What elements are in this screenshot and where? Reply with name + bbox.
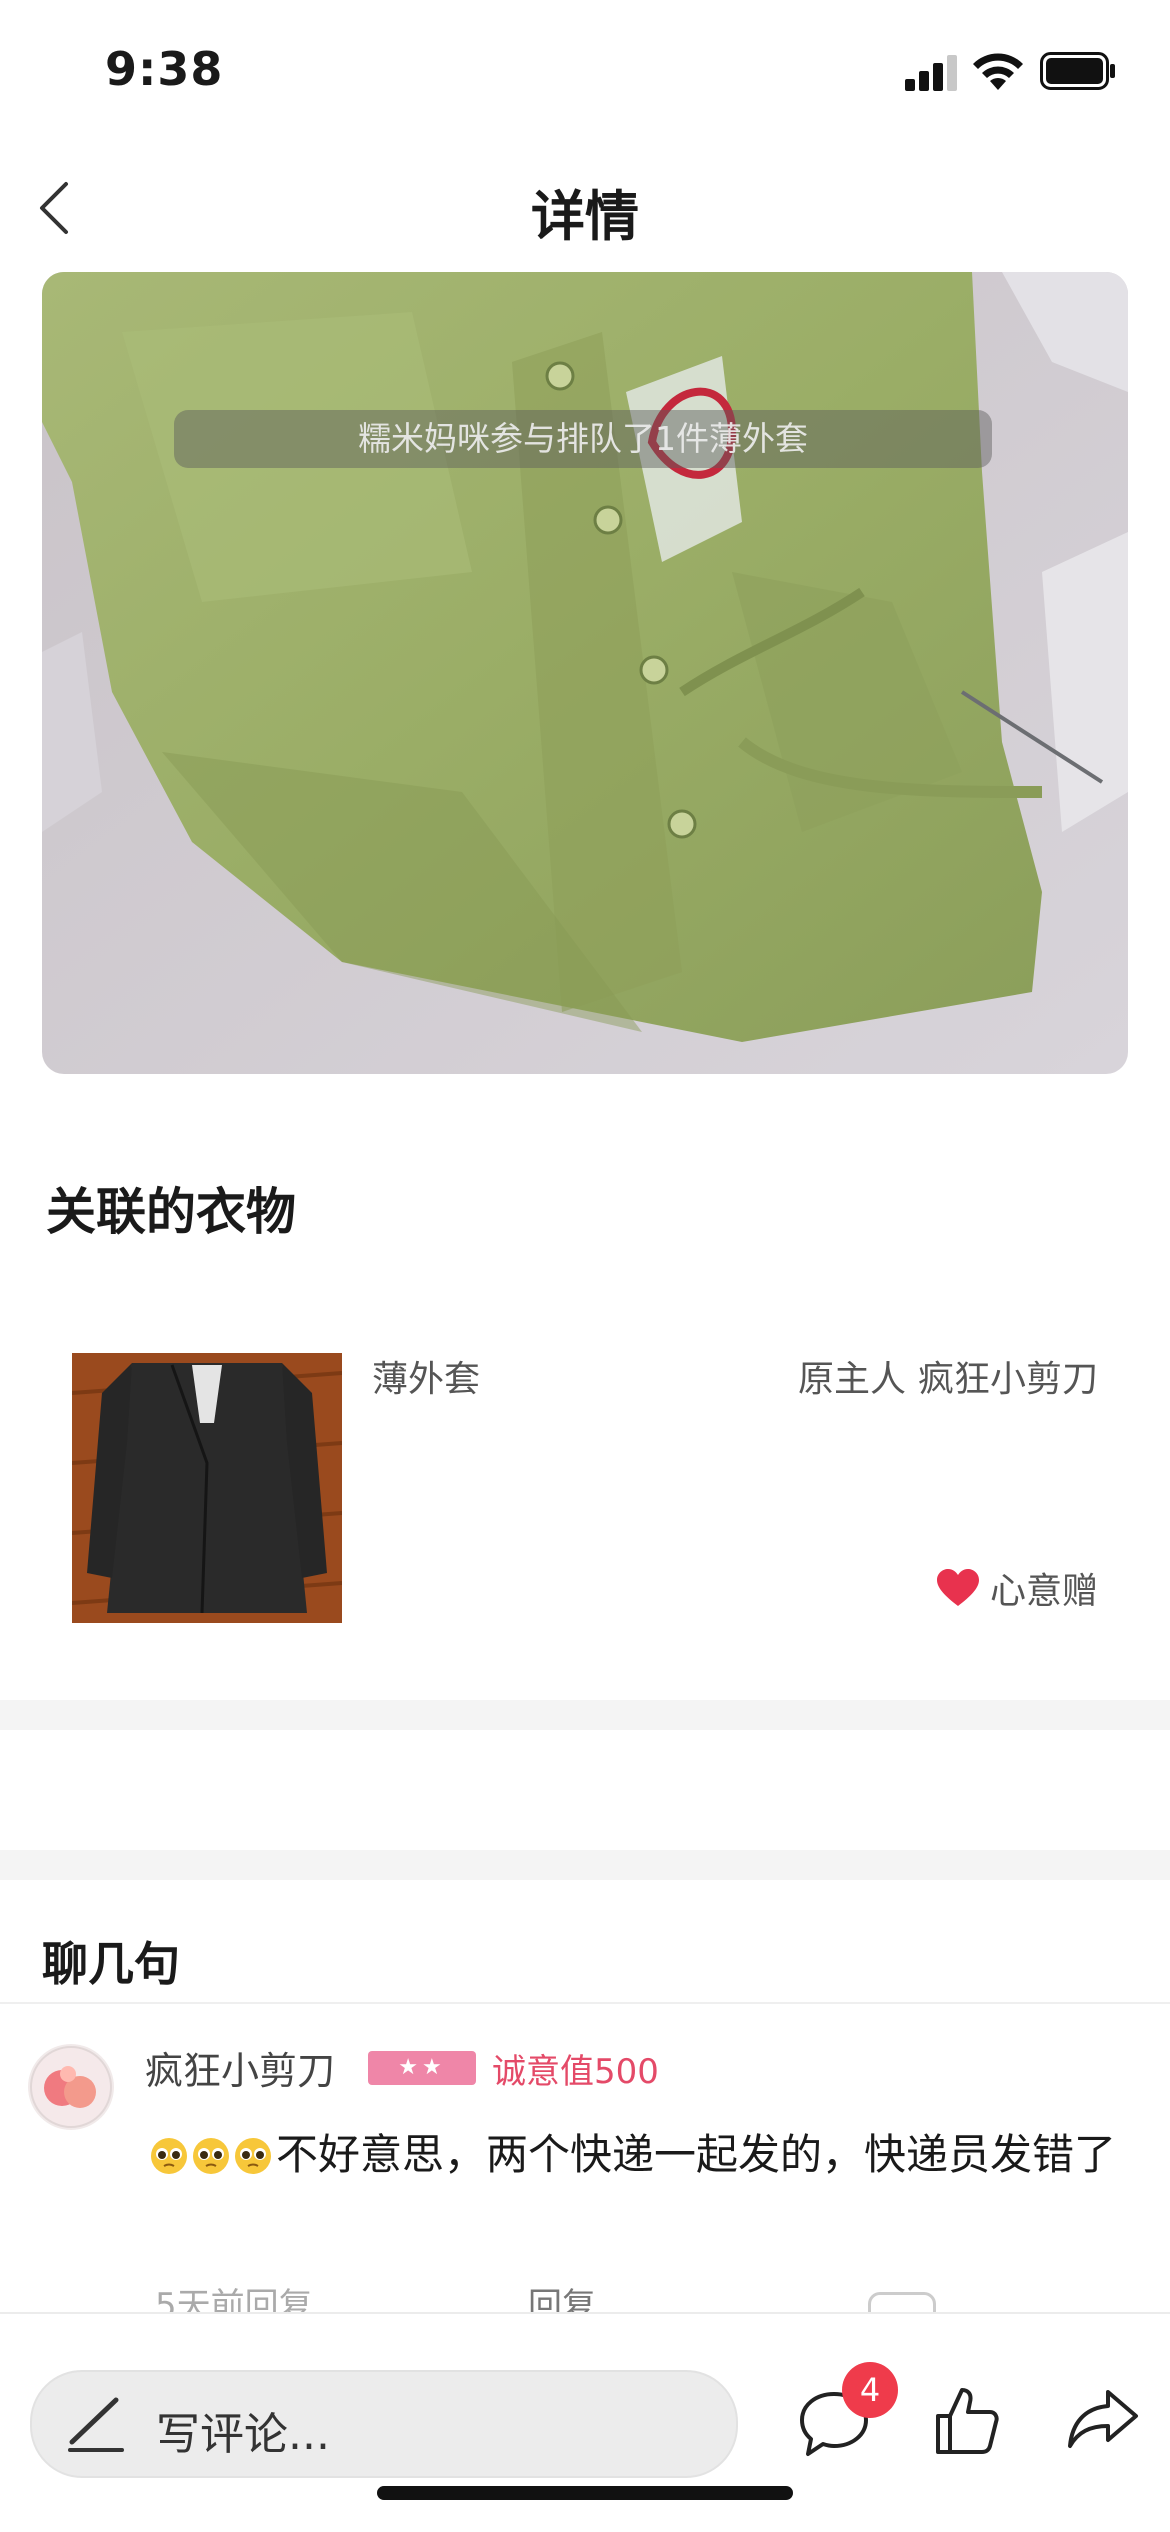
owner-label: 原主人 (798, 1359, 907, 1400)
comment-item: 疯狂小剪刀 ★★ 诚意值500 不好意思，两个快递一起发的，快递员发错了 5天前… (0, 2030, 1170, 2312)
heart-icon (937, 1569, 979, 1606)
owner-name[interactable]: 疯狂小剪刀 (918, 1350, 1098, 1402)
star-level-badge: ★★ (368, 2051, 476, 2085)
item-thumbnail[interactable] (72, 1353, 342, 1623)
pleading-face-icon (151, 2138, 187, 2174)
queue-banner: 糯米妈咪参与排队了1件薄外套 (174, 410, 992, 468)
related-clothes-title: 关联的衣物 (46, 1183, 296, 1241)
comment-input[interactable]: 写评论... (30, 2370, 738, 2478)
pleading-face-icon (193, 2138, 229, 2174)
pen-icon (68, 2397, 124, 2452)
pleading-face-icon (235, 2138, 271, 2174)
section-divider (0, 1850, 1170, 1880)
avatar-image (28, 2044, 114, 2130)
nav-bar: 详情 (0, 150, 1170, 260)
chat-section-title: 聊几句 (42, 1937, 180, 1991)
more-options-button[interactable] (868, 2292, 936, 2312)
reply-button[interactable]: 回复 (528, 2278, 596, 2312)
green-jacket-photo (42, 272, 1128, 1074)
cellular-signal-icon (905, 55, 957, 91)
avatar[interactable] (28, 2044, 114, 2130)
sincerity-value: 诚意值500 (492, 2052, 659, 2092)
comment-time: 5天前回复 (155, 2286, 313, 2312)
battery-icon (1040, 52, 1115, 90)
black-coat-photo (72, 1353, 342, 1623)
hero-photo[interactable]: 糯米妈咪参与排队了1件薄外套 (42, 272, 1128, 1074)
comment-text: 不好意思，两个快递一起发的，快递员发错了 (276, 2130, 1117, 2179)
status-time: 9:38 (105, 42, 224, 96)
page-title: 详情 (531, 185, 639, 248)
related-item-card[interactable]: 薄外套 原主人 疯狂小剪刀 心意赠 (0, 1320, 1170, 1650)
item-name: 薄外套 (372, 1359, 481, 1400)
thumbs-up-icon[interactable] (932, 2382, 1002, 2458)
unread-count-badge: 4 (842, 2362, 898, 2418)
status-bar: 9:38 (0, 0, 1170, 140)
comment-input-placeholder: 写评论... (156, 2409, 330, 2460)
share-arrow-icon[interactable] (1066, 2386, 1140, 2452)
section-divider (0, 1700, 1170, 1730)
detail-page: 9:38 详情 糯米妈咪参与排队了1件薄外套 关联的衣物 薄外套 原主人 疯狂小… (0, 0, 1170, 2532)
divider-line (0, 2002, 1170, 2004)
comment-body: 不好意思，两个快递一起发的，快递员发错了 (150, 2112, 1140, 2198)
home-indicator (377, 2486, 793, 2500)
wifi-icon (973, 53, 1023, 90)
commenter-name[interactable]: 疯狂小剪刀 (145, 2040, 335, 2095)
gift-label: 心意赠 (990, 1571, 1099, 1612)
